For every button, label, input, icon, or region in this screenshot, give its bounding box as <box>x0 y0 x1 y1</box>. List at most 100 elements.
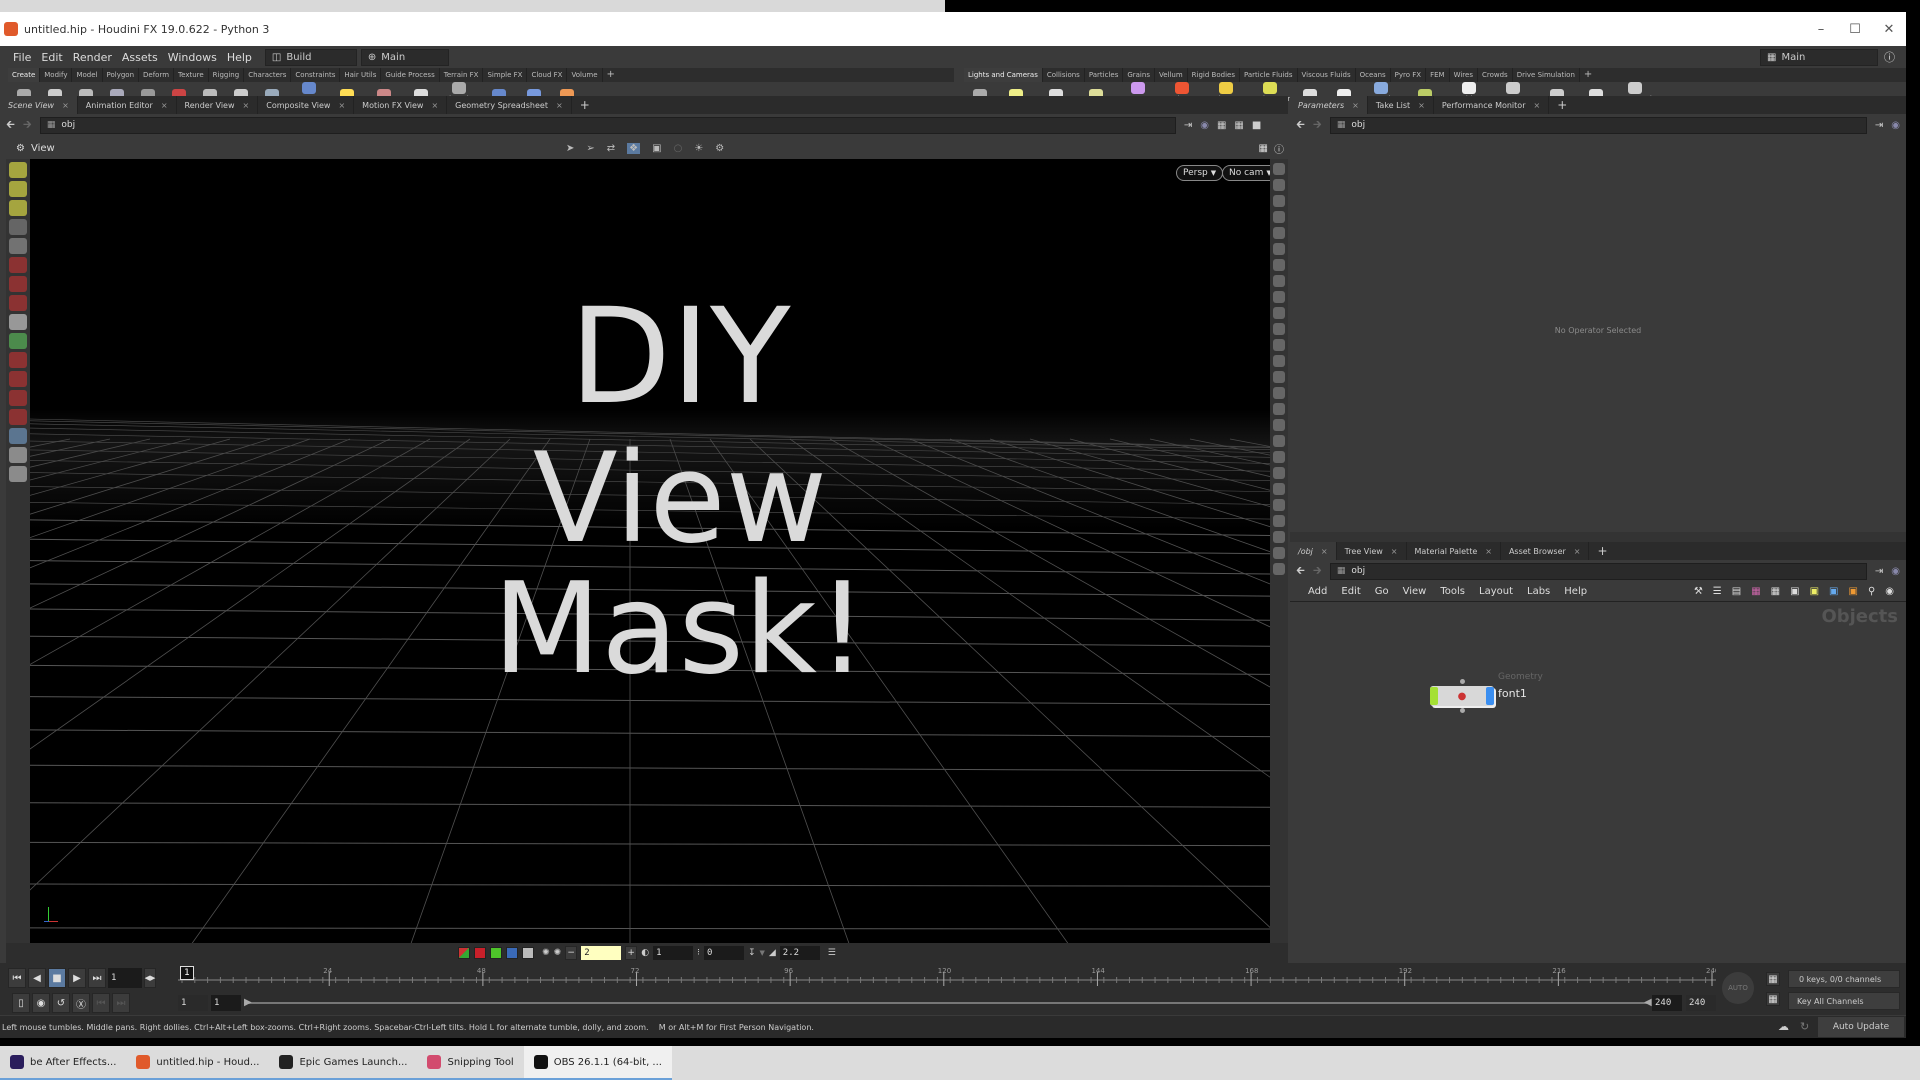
network-menu-edit[interactable]: Edit <box>1341 586 1360 597</box>
auto-update-button[interactable]: Auto Update <box>1818 1017 1904 1037</box>
close-tab-icon[interactable]: × <box>1485 547 1492 556</box>
decrement-button[interactable]: − <box>565 946 578 960</box>
settings-icon[interactable]: ⚙ <box>715 143 724 154</box>
left-tool-14-icon[interactable] <box>9 409 27 425</box>
shelf-tab-volume[interactable]: Volume <box>567 68 603 82</box>
context-selector[interactable]: ⊕ Main <box>360 48 449 66</box>
network-menu-go[interactable]: Go <box>1375 586 1389 597</box>
close-tab-icon[interactable]: × <box>1352 101 1359 110</box>
tab-composite-view[interactable]: Composite View × <box>258 96 355 114</box>
shelf-tab-simple-fx[interactable]: Simple FX <box>483 68 528 82</box>
tab-render-view[interactable]: Render View × <box>177 96 259 114</box>
jump-end-icon[interactable]: ⏭ <box>88 968 106 988</box>
left-tool-12-icon[interactable] <box>9 371 27 387</box>
forward-arrow-icon[interactable]: 🡲 <box>1313 116 1322 135</box>
left-tool-10-icon[interactable] <box>9 333 27 349</box>
add-tab-icon[interactable]: + <box>572 98 598 112</box>
shelf-tab-modify[interactable]: Modify <box>40 68 73 82</box>
tree-icon[interactable]: ☰ <box>1713 586 1722 597</box>
network-menu-help[interactable]: Help <box>1564 586 1587 597</box>
left-tool-4-icon[interactable] <box>9 219 27 235</box>
shelf-tab-rigging[interactable]: Rigging <box>209 68 245 82</box>
keys-icon[interactable]: ▦ <box>1766 972 1780 986</box>
back-arrow-icon[interactable]: 🡰 <box>1296 116 1305 135</box>
shelf-tab-constraints[interactable]: Constraints <box>291 68 341 82</box>
taskbar-item-untitled-hip-houd[interactable]: untitled.hip - Houd... <box>126 1046 270 1080</box>
display-option-23-icon[interactable] <box>1273 515 1285 527</box>
range-start-handle[interactable]: ▶ <box>244 997 252 1008</box>
tab-take-list[interactable]: Take List × <box>1368 96 1434 114</box>
display-option-4-icon[interactable] <box>1273 211 1285 223</box>
key-mode-select[interactable]: Key All Channels <box>1788 992 1900 1010</box>
shelf-tab-collisions[interactable]: Collisions <box>1043 68 1085 82</box>
brightness-icon[interactable]: ✺ <box>554 948 562 958</box>
left-tool-2-icon[interactable] <box>9 181 27 197</box>
shelf-tab-drive-simulation[interactable]: Drive Simulation <box>1513 68 1580 82</box>
taskbar-item-snipping-tool[interactable]: Snipping Tool <box>417 1046 524 1080</box>
lut-icon[interactable]: ↧ <box>748 948 756 958</box>
viewport-help-icon[interactable]: ⓘ <box>1274 141 1284 156</box>
tab-geometry-spreadsheet[interactable]: Geometry Spreadsheet × <box>447 96 572 114</box>
maximize-pane-icon[interactable]: ■ <box>1252 120 1261 131</box>
shelf-tab-hair-utils[interactable]: Hair Utils <box>340 68 382 82</box>
tab-performance-monitor[interactable]: Performance Monitor × <box>1434 96 1550 114</box>
taskbar-item-be-after-effects[interactable]: be After Effects... <box>0 1046 127 1080</box>
display-option-19-icon[interactable] <box>1273 451 1285 463</box>
display-option-26-icon[interactable] <box>1273 563 1285 575</box>
help-icon[interactable]: ⓘ <box>1884 49 1895 65</box>
display-option-10-icon[interactable] <box>1273 307 1285 319</box>
link-icon[interactable]: ◉ <box>1891 120 1900 131</box>
keys-channels-button[interactable]: 0 keys, 0/0 channels <box>1788 970 1900 988</box>
range-slider[interactable] <box>244 1002 1650 1004</box>
network-path-field[interactable]: ▦ obj <box>1329 562 1867 580</box>
audio-icon[interactable]: ◉ <box>32 993 50 1013</box>
shelf-tab-deform[interactable]: Deform <box>139 68 175 82</box>
back-arrow-icon[interactable]: 🡰 <box>1296 562 1305 581</box>
left-tool-5-icon[interactable] <box>9 238 27 254</box>
network-menu-labs[interactable]: Labs <box>1527 586 1550 597</box>
dither-icon[interactable]: ⁝ <box>697 948 700 958</box>
display-option-11-icon[interactable] <box>1273 323 1285 335</box>
display-option-18-icon[interactable] <box>1273 435 1285 447</box>
pin-icon[interactable]: ⇥ <box>1875 566 1883 577</box>
shelf-tab-texture[interactable]: Texture <box>174 68 209 82</box>
close-tab-icon[interactable]: × <box>1321 547 1328 556</box>
display-option-2-icon[interactable] <box>1273 179 1285 191</box>
maximize-button[interactable]: ☐ <box>1838 12 1872 46</box>
real-time-icon[interactable]: ▯ <box>12 993 30 1013</box>
current-frame-field[interactable]: 1 <box>108 968 142 988</box>
tab-material-palette[interactable]: Material Palette × <box>1407 542 1501 560</box>
layout2-icon[interactable]: ▦ <box>1234 120 1243 131</box>
right-desktop-selector[interactable]: ▦ Main <box>1760 48 1878 66</box>
refresh-icon[interactable]: ↻ <box>1800 1020 1809 1033</box>
minimize-button[interactable]: – <box>1804 12 1838 46</box>
background-icon[interactable]: ▣ <box>1848 586 1857 597</box>
tab-tree-view[interactable]: Tree View × <box>1337 542 1407 560</box>
left-tool-16-icon[interactable] <box>9 447 27 463</box>
gamma-field[interactable]: 2.2 <box>779 946 820 960</box>
back-arrow-icon[interactable]: 🡰 <box>6 116 15 135</box>
shelf-tab-pyro-fx[interactable]: Pyro FX <box>1391 68 1427 82</box>
display-option-20-icon[interactable] <box>1273 467 1285 479</box>
prev-key-icon[interactable]: ⏮ <box>92 993 110 1013</box>
add-tab-icon[interactable]: + <box>1589 544 1615 558</box>
add-shelf-tab-icon[interactable]: + <box>1580 68 1596 82</box>
menu-file[interactable]: File <box>8 51 36 64</box>
shelf-tab-rigid-bodies[interactable]: Rigid Bodies <box>1188 68 1240 82</box>
tab-scene-view[interactable]: Scene View × <box>0 96 78 114</box>
offset-field[interactable]: 0 <box>703 946 744 960</box>
search-icon[interactable]: ⚲ <box>1868 586 1875 597</box>
link-icon[interactable]: ◉ <box>1200 120 1209 131</box>
close-tab-icon[interactable]: × <box>338 101 345 110</box>
close-tab-icon[interactable]: × <box>1391 547 1398 556</box>
image-icon[interactable]: ▣ <box>1829 586 1838 597</box>
wrench-icon[interactable]: ⚒ <box>1694 586 1703 597</box>
param-path-field[interactable]: ▦ obj <box>1329 116 1867 134</box>
exposure-icon[interactable]: ✺ <box>542 948 550 958</box>
gamma-icon[interactable]: ◢ <box>769 948 776 958</box>
display-option-21-icon[interactable] <box>1273 483 1285 495</box>
left-tool-8-icon[interactable] <box>9 295 27 311</box>
list-icon[interactable]: ▤ <box>1732 586 1741 597</box>
shelf-tab-grains[interactable]: Grains <box>1123 68 1155 82</box>
add-shelf-tab-icon[interactable]: + <box>603 68 619 82</box>
